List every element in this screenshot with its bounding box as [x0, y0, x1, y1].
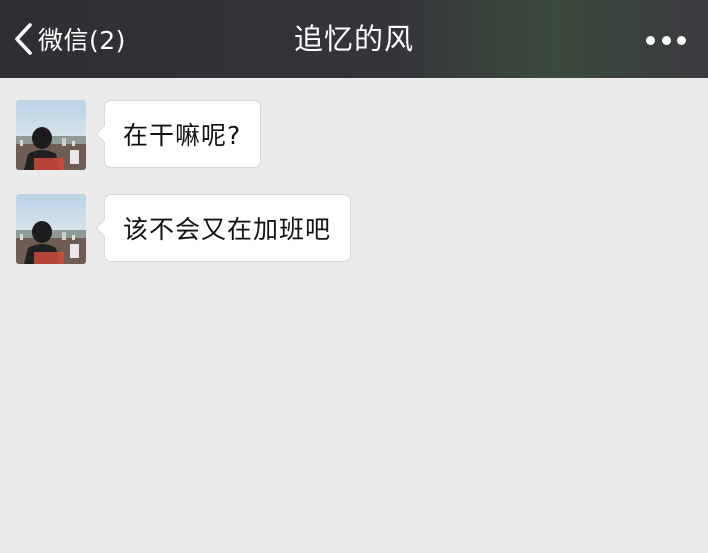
- more-dots-icon: [646, 35, 655, 45]
- chevron-left-icon: [12, 22, 34, 56]
- contact-avatar[interactable]: [16, 100, 86, 170]
- message-row: 该不会又在加班吧: [16, 194, 352, 264]
- message-row: 在干嘛呢?: [16, 100, 262, 170]
- chat-area[interactable]: 在干嘛呢? 该不会又在加班吧: [0, 78, 708, 553]
- more-button[interactable]: [646, 27, 686, 53]
- back-button[interactable]: 微信(2): [12, 16, 126, 62]
- navigation-bar: 微信(2) 追忆的风: [0, 0, 708, 78]
- more-dots-icon: [677, 35, 686, 45]
- more-dots-icon: [661, 35, 671, 45]
- contact-avatar[interactable]: [16, 194, 86, 264]
- message-bubble[interactable]: 该不会又在加班吧: [95, 194, 352, 262]
- message-bubble[interactable]: 在干嘛呢?: [95, 100, 262, 168]
- back-label: 微信(2): [38, 26, 126, 55]
